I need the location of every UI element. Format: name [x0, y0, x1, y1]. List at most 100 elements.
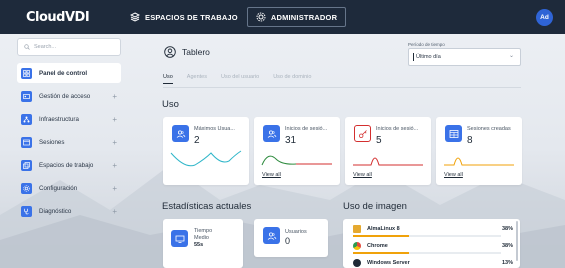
gear-icon — [21, 182, 32, 194]
sidebar-item-panel-de-control[interactable]: Panel de control — [17, 63, 121, 83]
sidebar-item-label: Sesiones — [39, 138, 65, 146]
workspace-icon — [21, 159, 32, 171]
view-all-link[interactable]: View all — [353, 172, 372, 178]
page-title: Tablero — [164, 46, 210, 58]
image-usage-list: AlmaLinux 8 38% Chrome 38% Windows Serve… — [343, 219, 520, 268]
expand-plus-icon[interactable]: + — [112, 207, 117, 216]
tabs-divider — [163, 87, 521, 88]
period-value: Último día — [416, 54, 441, 60]
stat-label: Inicios de sesió... — [376, 126, 419, 132]
image-row-chrome[interactable]: Chrome 38% — [353, 239, 513, 254]
user-avatar[interactable]: Ad — [536, 9, 553, 26]
tab-agentes[interactable]: Agentes — [187, 74, 207, 84]
network-icon — [21, 113, 32, 125]
stethoscope-icon — [21, 205, 32, 217]
sidebar-item-label: Diagnóstico — [39, 207, 72, 215]
text-cursor — [413, 53, 414, 61]
top-bar: CloudVDI ESPACIOS DE TRABAJO ADMINISTRAD… — [0, 0, 565, 34]
search-icon — [24, 44, 30, 50]
sidebar-item-label: Espacios de trabajo — [39, 161, 94, 169]
sidebar-item-label: Infraestructura — [39, 115, 79, 123]
sidebar-item-sesiones[interactable]: Sesiones + — [17, 132, 121, 152]
nav-espacios-de-trabajo[interactable]: ESPACIOS DE TRABAJO — [130, 7, 247, 27]
image-name: Chrome — [367, 243, 388, 249]
sidebar-item-espacios-de-trabajo[interactable]: Espacios de trabajo + — [17, 155, 121, 175]
sparkline-inicios-de-sesion-1 — [261, 155, 332, 166]
dashboard-icon — [21, 67, 32, 79]
sparkline-maximos-usuarios — [170, 150, 242, 167]
image-percent: 38% — [501, 226, 513, 232]
users-icon — [263, 227, 280, 244]
monitor-icon — [171, 230, 188, 247]
users-icon — [263, 125, 280, 142]
period-label: Período de tiempo — [408, 42, 445, 47]
image-percent: 38% — [501, 243, 513, 249]
top-nav: ESPACIOS DE TRABAJO ADMINISTRADOR — [130, 0, 347, 34]
sidebar-item-label: Panel de control — [39, 69, 88, 77]
image-row-almalinux[interactable]: AlmaLinux 8 38% — [353, 222, 513, 237]
key-icon — [354, 125, 371, 142]
tab-uso-de-dominio[interactable]: Uso de dominio — [273, 74, 311, 84]
stat-label: Sesiones creadas — [467, 126, 511, 132]
app-logo[interactable]: CloudVDI — [26, 10, 130, 25]
almalinux-icon — [353, 225, 361, 233]
sidebar-item-configuracion[interactable]: Configuración + — [17, 178, 121, 198]
nav-label: ESPACIOS DE TRABAJO — [145, 12, 238, 22]
sidebar-item-label: Gestión de acceso — [39, 92, 91, 100]
sidebar-item-gestion-de-acceso[interactable]: Gestión de acceso + — [17, 86, 121, 106]
image-percent: 13% — [501, 260, 513, 266]
sparkline-inicios-de-sesion-2 — [353, 157, 423, 166]
tab-uso[interactable]: Uso — [163, 74, 173, 84]
sidebar-item-label: Configuración — [39, 184, 78, 192]
stat-card-usuarios[interactable]: Usuarios 0 — [254, 219, 328, 257]
usage-bar — [353, 252, 501, 254]
window-icon — [445, 125, 462, 142]
gear-icon — [256, 12, 266, 22]
search-placeholder: Search... — [34, 44, 57, 50]
users-icon — [172, 125, 189, 142]
image-name: AlmaLinux 8 — [367, 226, 400, 232]
id-card-icon — [21, 90, 32, 102]
view-all-link[interactable]: View all — [444, 172, 463, 178]
sparkline-sesiones-creadas — [444, 157, 514, 166]
chevron-down-icon: ⌄ — [508, 53, 514, 59]
stat-value: 0 — [285, 236, 291, 246]
image-name: Windows Server — [367, 260, 410, 266]
usage-bar — [353, 235, 501, 237]
nav-administrador[interactable]: ADMINISTRADOR — [246, 7, 347, 27]
section-title-estadisticas-actuales: Estadísticas actuales — [162, 201, 252, 212]
expand-plus-icon[interactable]: + — [112, 115, 117, 124]
stat-value: 2 — [194, 135, 200, 146]
stat-value: 8 — [467, 135, 473, 146]
stat-label: Máximos Usua... — [194, 126, 235, 132]
tab-uso-del-usuario[interactable]: Uso del usuario — [221, 74, 259, 84]
usage-bar-fill — [353, 235, 410, 237]
page-title-text: Tablero — [182, 47, 210, 57]
expand-plus-icon[interactable]: + — [112, 184, 117, 193]
layers-icon — [130, 12, 140, 22]
section-title-uso-de-imagen: Uso de imagen — [343, 201, 407, 212]
view-all-link[interactable]: View all — [262, 172, 281, 178]
stat-card-tiempo-medio[interactable]: Tiempo Medio 55s — [163, 219, 243, 268]
chrome-icon — [353, 242, 361, 250]
tabs: Uso Agentes Uso del usuario Uso de domin… — [163, 74, 311, 84]
sidebar-item-diagnostico[interactable]: Diagnóstico + — [17, 201, 121, 221]
usage-bar-fill — [353, 252, 410, 254]
windows-server-icon — [353, 259, 361, 267]
stat-label-group: Tiempo Medio 55s — [194, 228, 212, 249]
sidebar-item-infraestructura[interactable]: Infraestructura + — [17, 109, 121, 129]
search-input[interactable]: Search... — [17, 38, 121, 56]
sessions-icon — [21, 136, 32, 148]
expand-plus-icon[interactable]: + — [112, 161, 117, 170]
stat-card-maximos-usuarios[interactable]: Máximos Usua... 2 — [163, 117, 249, 185]
stat-value: 55s — [194, 242, 204, 248]
image-row-windows-server[interactable]: Windows Server 13% — [353, 256, 513, 268]
stat-value: 5 — [376, 135, 382, 146]
list-scrollbar[interactable] — [516, 221, 518, 261]
section-title-uso: Uso — [162, 99, 179, 110]
expand-plus-icon[interactable]: + — [112, 92, 117, 101]
period-select[interactable]: Último día ⌄ — [408, 48, 521, 66]
sidebar: Search... Panel de control Gestión de ac… — [10, 34, 122, 268]
expand-plus-icon[interactable]: + — [112, 138, 117, 147]
nav-label: ADMINISTRADOR — [270, 12, 338, 22]
